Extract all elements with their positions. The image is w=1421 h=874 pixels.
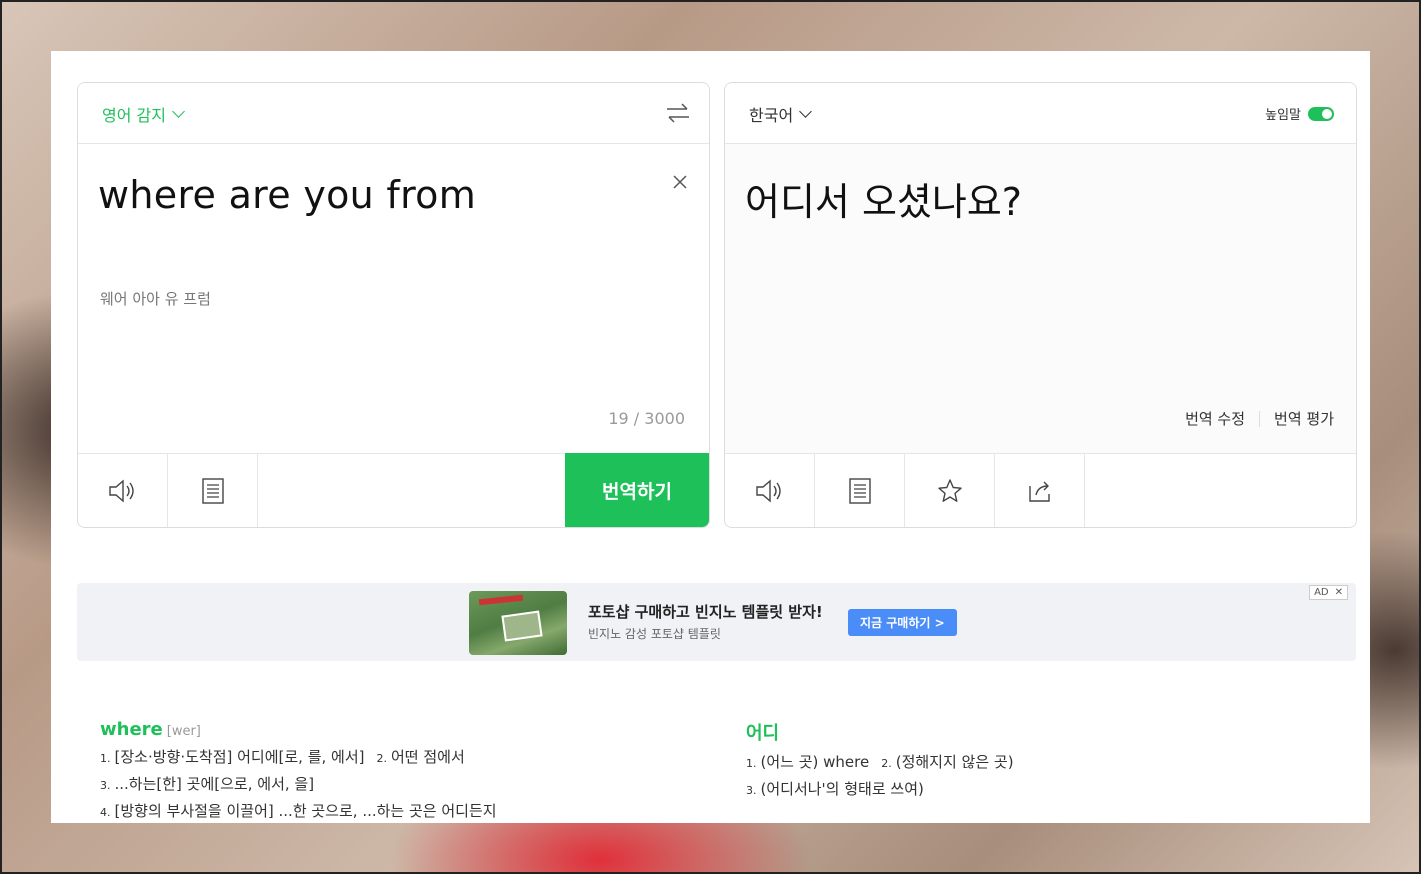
ad-image[interactable] [469,591,567,655]
phonetic: [wer] [166,724,201,739]
definition-line: 1. (어느 곳) where 2. (정해지지 않은 곳) [746,751,1014,772]
ad-title[interactable]: 포토샵 구매하고 빈지노 템플릿 받자! [588,601,823,622]
ad-label: AD [1314,587,1329,598]
pronunciation-text: 웨어 아아 유 프럼 [100,290,211,308]
definition-number: 2. [881,757,892,770]
definition-number: 4. [100,806,111,819]
definition-number: 2. [376,752,388,765]
translated-text: 어디서 오셨나요? [745,180,1022,224]
target-toolbar [725,453,1356,527]
definition-number: 1. [100,752,111,765]
honorific-toggle[interactable]: 높임말 [1265,104,1334,123]
definition-line: 4. [방향의 부사절을 이끌어] ...한 곳으로, ...하는 곳은 어디든지 [100,800,497,821]
divider [1259,410,1261,427]
edit-translation-link[interactable]: 번역 수정 [1185,408,1245,429]
definition-line: 1. [장소·방향·도착점] 어디에[로, 를, 에서] 2. 어떤 점에서 [100,746,497,767]
listen-target-button[interactable] [725,454,815,527]
chevron-down-icon [799,105,813,118]
listen-source-button[interactable] [78,454,168,527]
definition-text: [방향의 부사절을 이끌어] ...한 곳으로, ...하는 곳은 어디든지 [114,802,497,820]
star-icon [937,478,962,502]
definition-text: ...하는[한] 곳에[으로, 에서, 을] [114,775,315,793]
favorite-button[interactable] [905,454,995,527]
copy-source-button[interactable] [168,454,258,527]
speaker-icon [755,478,781,503]
definition-text: (정해지지 않은 곳) [895,753,1014,771]
definition-text: (어느 곳) where [760,753,870,771]
definition-number: 1. [746,757,757,770]
toggle-switch[interactable] [1308,106,1334,121]
translator-page: 영어 감지 where are you from 웨어 아아 유 프럼 19 /… [51,51,1370,823]
dictionary-word[interactable]: 어디 [746,719,1014,745]
translation-feedback-links: 번역 수정 번역 평가 [1185,408,1334,429]
honorific-label: 높임말 [1265,108,1301,123]
document-icon [848,477,871,504]
definition-list: 1. (어느 곳) where 2. (정해지지 않은 곳) 3. (어디서나'의 형태로… [746,751,1014,799]
definition-number: 3. [100,779,111,792]
source-panel: 영어 감지 where are you from 웨어 아아 유 프럼 19 /… [77,82,710,528]
copy-target-button[interactable] [815,454,905,527]
definition-line: 3. (어디서나'의 형태로 쓰여) [746,778,1014,799]
source-text-input[interactable]: where are you from [98,173,476,217]
ad-subtitle: 빈지노 감성 포토샵 템플릿 [588,627,721,641]
share-icon [1028,481,1050,502]
ad-buy-button[interactable]: 지금 구매하기 > [848,609,957,636]
share-button[interactable] [995,454,1085,527]
target-panel: 한국어 높임말 어디서 오셨나요? 번역 수정 번역 평가 [724,82,1357,528]
definition-number: 3. [746,784,757,797]
source-language-label: 영어 감지 [102,106,166,125]
source-language-select[interactable]: 영어 감지 [102,102,185,126]
definition-text: [장소·방향·도착점] 어디에[로, 를, 에서] [114,748,365,766]
document-icon [201,477,224,504]
definition-text: (어디서나'의 형태로 쓰여) [760,780,924,798]
target-language-select[interactable]: 한국어 [749,102,813,126]
source-panel-header: 영어 감지 [78,83,709,144]
dictionary-word-text[interactable]: 어디 [746,723,779,744]
definition-text: 어떤 점에서 [391,748,465,766]
character-counter: 19 / 3000 [608,409,685,428]
dictionary-target: 어디 1. (어느 곳) where 2. (정해지지 않은 곳) 3. (어디서나'의 … [746,719,1014,799]
clear-text-icon[interactable] [671,173,689,191]
ad-banner[interactable]: 포토샵 구매하고 빈지노 템플릿 받자! 빈지노 감성 포토샵 템플릿 지금 구… [77,583,1356,661]
speaker-icon [108,478,134,503]
rate-translation-link[interactable]: 번역 평가 [1274,408,1334,429]
ad-tag: AD ✕ [1309,585,1348,600]
ad-close-icon[interactable]: ✕ [1335,587,1343,598]
dictionary-word-text[interactable]: where [100,719,163,740]
target-panel-header: 한국어 높임말 [725,83,1356,144]
target-language-label: 한국어 [749,106,794,125]
dictionary-word[interactable]: where [wer] [100,719,497,740]
chevron-down-icon [172,105,185,118]
definition-list: 1. [장소·방향·도착점] 어디에[로, 를, 에서] 2. 어떤 점에서 3....… [100,746,497,821]
swap-languages-icon[interactable] [665,101,691,125]
definition-line: 3. ...하는[한] 곳에[으로, 에서, 을] [100,773,497,794]
translate-button[interactable]: 번역하기 [565,453,709,527]
dictionary-source: where [wer] 1. [장소·방향·도착점] 어디에[로, 를, 에서] 2.… [100,719,497,821]
